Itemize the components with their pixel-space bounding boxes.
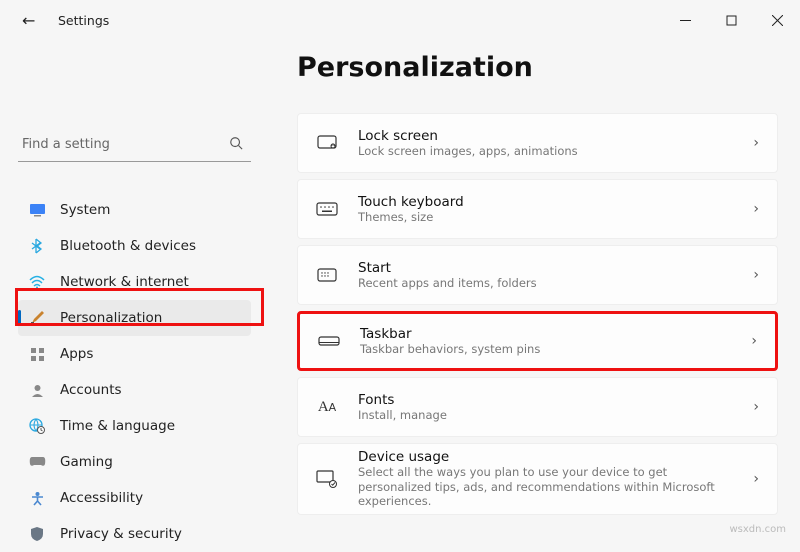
card-device-usage[interactable]: Device usageSelect all the ways you plan… bbox=[297, 443, 778, 515]
accessibility-icon bbox=[28, 489, 46, 507]
nav-label: Apps bbox=[60, 346, 93, 362]
nav-label: System bbox=[60, 202, 110, 218]
globe-clock-icon bbox=[28, 417, 46, 435]
card-title: Lock screen bbox=[358, 128, 578, 144]
card-fonts[interactable]: AA FontsInstall, manage › bbox=[297, 377, 778, 437]
nav-label: Accounts bbox=[60, 382, 122, 398]
window-title: Settings bbox=[58, 13, 109, 28]
nav-accounts[interactable]: Accounts bbox=[18, 372, 251, 408]
card-title: Touch keyboard bbox=[358, 194, 464, 210]
nav-label: Gaming bbox=[60, 454, 113, 470]
nav-bluetooth[interactable]: Bluetooth & devices bbox=[18, 228, 251, 264]
chevron-right-icon: › bbox=[753, 471, 759, 487]
lock-screen-icon bbox=[316, 135, 338, 151]
chevron-right-icon: › bbox=[753, 399, 759, 415]
nav-gaming[interactable]: Gaming bbox=[18, 444, 251, 480]
fonts-icon: AA bbox=[316, 399, 338, 416]
bluetooth-icon bbox=[28, 237, 46, 255]
minimize-button[interactable] bbox=[662, 0, 708, 40]
search-input[interactable]: Find a setting bbox=[18, 128, 251, 162]
page-title: Personalization bbox=[297, 52, 778, 83]
card-subtitle: Install, manage bbox=[358, 408, 447, 423]
nav-label: Network & internet bbox=[60, 274, 189, 290]
nav-privacy[interactable]: Privacy & security bbox=[18, 516, 251, 552]
gamepad-icon bbox=[28, 453, 46, 471]
nav-network[interactable]: Network & internet bbox=[18, 264, 251, 300]
start-icon bbox=[316, 268, 338, 282]
paintbrush-icon bbox=[28, 309, 46, 327]
card-subtitle: Taskbar behaviors, system pins bbox=[360, 342, 540, 357]
nav-label: Accessibility bbox=[60, 490, 143, 506]
window-controls bbox=[662, 0, 800, 40]
card-lock-screen[interactable]: Lock screenLock screen images, apps, ani… bbox=[297, 113, 778, 173]
watermark: wsxdn.com bbox=[729, 524, 786, 535]
nav-list: System Bluetooth & devices Network & int… bbox=[18, 192, 251, 552]
maximize-button[interactable] bbox=[708, 0, 754, 40]
sidebar: Find a setting System Bluetooth & device… bbox=[0, 40, 265, 541]
card-taskbar[interactable]: TaskbarTaskbar behaviors, system pins › bbox=[297, 311, 778, 371]
card-subtitle: Recent apps and items, folders bbox=[358, 276, 537, 291]
keyboard-icon bbox=[316, 202, 338, 216]
close-button[interactable] bbox=[754, 0, 800, 40]
person-icon bbox=[28, 381, 46, 399]
card-start[interactable]: StartRecent apps and items, folders › bbox=[297, 245, 778, 305]
card-subtitle: Select all the ways you plan to use your… bbox=[358, 465, 738, 510]
taskbar-icon bbox=[318, 334, 340, 348]
search-placeholder: Find a setting bbox=[22, 137, 110, 152]
wifi-icon bbox=[28, 273, 46, 291]
nav-label: Privacy & security bbox=[60, 526, 182, 542]
card-touch-keyboard[interactable]: Touch keyboardThemes, size › bbox=[297, 179, 778, 239]
device-usage-icon bbox=[316, 470, 338, 488]
nav-time[interactable]: Time & language bbox=[18, 408, 251, 444]
chevron-right-icon: › bbox=[753, 135, 759, 151]
nav-label: Time & language bbox=[60, 418, 175, 434]
card-title: Device usage bbox=[358, 449, 738, 465]
nav-apps[interactable]: Apps bbox=[18, 336, 251, 372]
card-title: Fonts bbox=[358, 392, 447, 408]
card-subtitle: Themes, size bbox=[358, 210, 464, 225]
nav-accessibility[interactable]: Accessibility bbox=[18, 480, 251, 516]
nav-personalization[interactable]: Personalization bbox=[18, 300, 251, 336]
search-icon bbox=[229, 136, 243, 154]
chevron-right-icon: › bbox=[751, 333, 757, 349]
main-content: Personalization Lock screenLock screen i… bbox=[265, 40, 800, 541]
card-subtitle: Lock screen images, apps, animations bbox=[358, 144, 578, 159]
shield-icon bbox=[28, 525, 46, 543]
nav-system[interactable]: System bbox=[18, 192, 251, 228]
apps-icon bbox=[28, 345, 46, 363]
card-title: Start bbox=[358, 260, 537, 276]
back-icon[interactable]: ← bbox=[22, 11, 40, 30]
chevron-right-icon: › bbox=[753, 267, 759, 283]
nav-label: Personalization bbox=[60, 310, 162, 326]
card-title: Taskbar bbox=[360, 326, 540, 342]
monitor-icon bbox=[28, 201, 46, 219]
nav-label: Bluetooth & devices bbox=[60, 238, 196, 254]
chevron-right-icon: › bbox=[753, 201, 759, 217]
